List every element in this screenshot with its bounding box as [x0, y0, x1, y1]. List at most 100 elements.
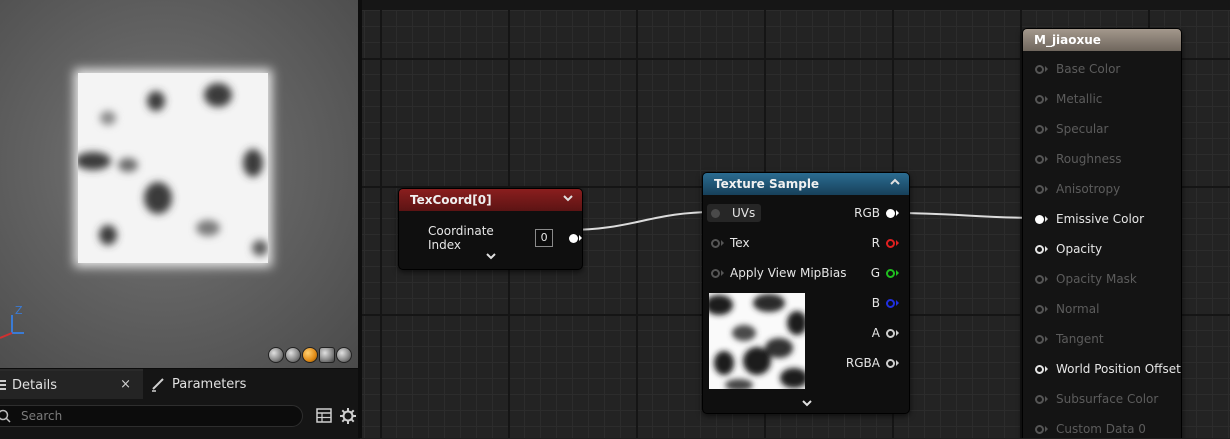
material-pin-row[interactable]: Subsurface Color — [1035, 392, 1158, 406]
coordinate-index-label: Coordinate Index — [428, 224, 494, 252]
b-output-pin-row[interactable]: B — [872, 296, 899, 310]
material-pin-label: Tangent — [1056, 332, 1104, 346]
r-output-pin-row[interactable]: R — [872, 236, 899, 250]
texture-sample-node[interactable]: Texture Sample UVs Tex Apply View MipBia… — [702, 172, 910, 414]
material-pin-label: Base Color — [1056, 62, 1121, 76]
axis-gizmo: Z — [0, 303, 30, 343]
material-input-pin[interactable] — [1035, 214, 1044, 224]
tex-input-pin-row[interactable]: Tex — [711, 236, 750, 250]
chevron-down-icon[interactable] — [562, 192, 574, 204]
material-pin-label: Anisotropy — [1056, 182, 1121, 196]
a-output-pin-row[interactable]: A — [872, 326, 899, 340]
coordinate-index-row: Coordinate Index 0 — [428, 224, 582, 252]
material-node-header[interactable]: M_jiaoxue — [1023, 29, 1181, 51]
rgba-output-pin[interactable] — [886, 358, 895, 368]
cylinder-icon[interactable] — [268, 347, 284, 363]
material-preview-viewport[interactable]: Z — [0, 0, 360, 368]
material-pin-label: Specular — [1056, 122, 1109, 136]
cube-icon[interactable] — [319, 347, 335, 363]
texcoord-node[interactable]: TexCoord[0] Coordinate Index 0 — [398, 188, 583, 270]
rgb-output-pin[interactable] — [886, 208, 895, 218]
material-graph-canvas[interactable]: TexCoord[0] Coordinate Index 0 Texture S… — [362, 0, 1230, 438]
material-pin-label: Subsurface Color — [1056, 392, 1159, 406]
gear-icon[interactable] — [340, 408, 356, 424]
close-tab-button[interactable]: × — [120, 377, 131, 392]
material-input-pin[interactable] — [1035, 64, 1044, 74]
material-pin-row[interactable]: Emissive Color — [1035, 212, 1144, 226]
material-pin-row[interactable]: World Position Offset — [1035, 362, 1181, 376]
plane-icon[interactable] — [302, 347, 318, 363]
texcoord-output-pin[interactable] — [569, 233, 582, 243]
r-output-label: R — [871, 236, 880, 250]
material-pin-row[interactable]: Specular — [1035, 122, 1108, 136]
b-output-pin[interactable] — [886, 298, 895, 308]
a-output-pin[interactable] — [886, 328, 895, 338]
details-panel: Details × Parameters — [0, 368, 360, 439]
material-input-pin[interactable] — [1035, 394, 1044, 404]
search-input[interactable] — [19, 408, 273, 424]
material-node-title: M_jiaoxue — [1034, 33, 1101, 47]
mipbias-input-pin[interactable] — [711, 268, 720, 278]
material-input-pin[interactable] — [1035, 244, 1044, 254]
material-input-pin[interactable] — [1035, 124, 1044, 134]
custom-mesh-icon[interactable] — [336, 347, 352, 363]
search-bar — [0, 405, 303, 427]
rgba-output-label: RGBA — [845, 356, 880, 370]
rgb-output-label: RGB — [854, 206, 880, 220]
chevron-down-icon[interactable] — [485, 252, 497, 262]
material-pin-label: Roughness — [1056, 152, 1122, 166]
tab-parameters[interactable]: Parameters — [143, 369, 323, 399]
material-pin-label: Emissive Color — [1056, 212, 1145, 226]
material-input-pin[interactable] — [1035, 154, 1044, 164]
material-input-pin[interactable] — [1035, 304, 1044, 314]
texture-sample-node-header[interactable]: Texture Sample — [703, 173, 909, 195]
material-pin-row[interactable]: Normal — [1035, 302, 1099, 316]
a-output-label: A — [871, 326, 880, 340]
brush-icon — [152, 378, 164, 392]
wire-texcoord-to-uvs — [567, 211, 715, 231]
g-output-pin-row[interactable]: G — [871, 266, 899, 280]
tab-details[interactable]: Details × — [0, 369, 143, 399]
material-input-pin[interactable] — [1035, 94, 1044, 104]
table-view-icon[interactable] — [316, 408, 332, 423]
preview-plane-mesh — [75, 73, 268, 263]
mipbias-input-pin-row[interactable]: Apply View MipBias — [711, 266, 846, 280]
b-output-label: B — [871, 296, 880, 310]
search-icon — [0, 409, 11, 423]
material-pin-row[interactable]: Anisotropy — [1035, 182, 1120, 196]
mipbias-label: Apply View MipBias — [730, 266, 847, 280]
chevron-down-icon[interactable] — [801, 399, 813, 409]
uvs-input-pin-row[interactable]: UVs — [707, 204, 762, 222]
noise-texture-thumbnail — [709, 294, 805, 389]
uvs-input-pin[interactable] — [711, 208, 720, 218]
material-input-pin[interactable] — [1035, 334, 1044, 344]
z-axis-label: Z — [15, 304, 23, 317]
rgb-output-pin-row[interactable]: RGB — [854, 206, 899, 220]
texcoord-node-header[interactable]: TexCoord[0] — [399, 189, 582, 211]
g-output-label: G — [870, 266, 880, 280]
material-pin-label: Custom Data 0 — [1056, 422, 1146, 436]
chevron-up-icon[interactable] — [889, 176, 901, 188]
material-input-pin[interactable] — [1035, 274, 1044, 284]
material-pin-row[interactable]: Base Color — [1035, 62, 1120, 76]
wire-rgb-to-emissive — [893, 212, 1042, 219]
material-pin-row[interactable]: Opacity Mask — [1035, 272, 1137, 286]
rgba-output-pin-row[interactable]: RGBA — [846, 356, 899, 370]
material-pin-row[interactable]: Tangent — [1035, 332, 1104, 346]
material-input-pin[interactable] — [1035, 364, 1044, 374]
g-output-pin[interactable] — [886, 268, 895, 278]
material-input-pin[interactable] — [1035, 184, 1044, 194]
material-pin-label: World Position Offset — [1056, 362, 1181, 376]
material-pin-row[interactable]: Custom Data 0 — [1035, 422, 1146, 436]
material-pin-row[interactable]: Metallic — [1035, 92, 1102, 106]
texture-thumbnail[interactable] — [709, 293, 805, 389]
r-output-pin[interactable] — [886, 238, 895, 248]
material-input-pin[interactable] — [1035, 424, 1044, 434]
coordinate-index-value[interactable]: 0 — [535, 229, 553, 247]
tex-input-pin[interactable] — [711, 238, 720, 248]
material-pin-row[interactable]: Roughness — [1035, 152, 1121, 166]
sphere-icon[interactable] — [285, 347, 301, 363]
material-result-node[interactable]: M_jiaoxue Base Color Metallic Specular Roug… — [1022, 28, 1182, 438]
material-pin-row[interactable]: Opacity — [1035, 242, 1102, 256]
preview-mesh-toolbar — [268, 347, 352, 363]
